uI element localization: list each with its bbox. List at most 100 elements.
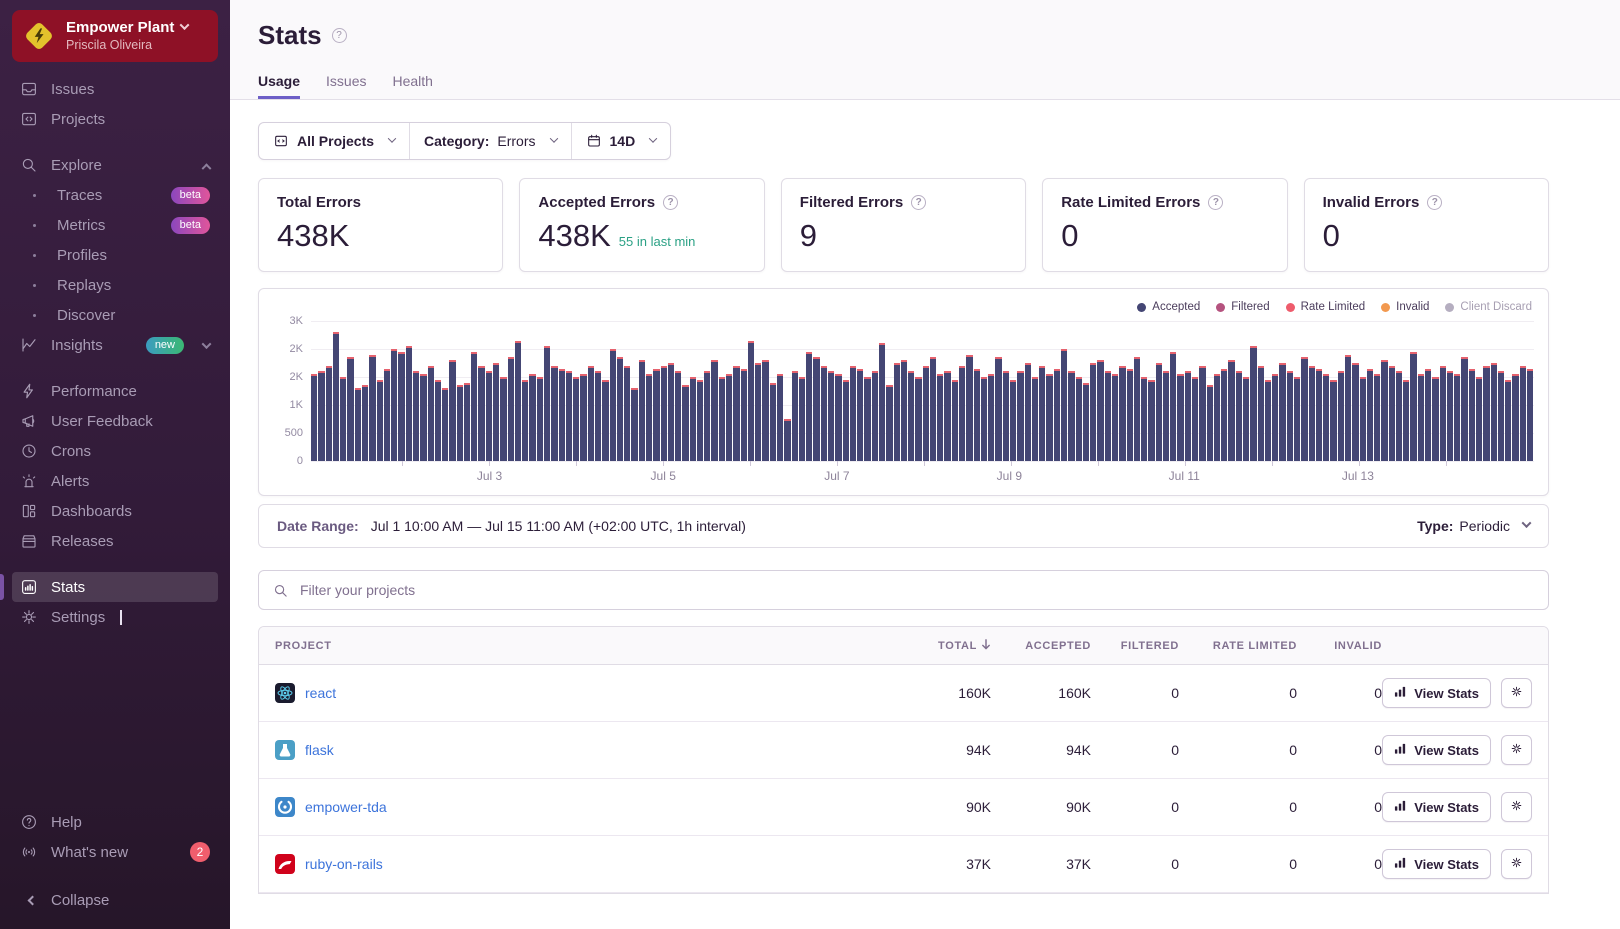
chart-bar — [857, 369, 863, 461]
help-icon[interactable]: ? — [663, 195, 678, 210]
view-stats-button[interactable]: View Stats — [1382, 678, 1491, 708]
chart-bar — [500, 377, 506, 461]
chart-bar — [1258, 366, 1264, 461]
column-accepted[interactable]: ACCEPTED — [991, 640, 1091, 652]
chart-bar — [1127, 369, 1133, 461]
chart-bar — [362, 385, 368, 461]
project-link[interactable]: react — [305, 685, 336, 701]
chart-bar — [1112, 374, 1118, 461]
sidebar-item-alerts[interactable]: Alerts — [12, 466, 218, 496]
legend-item[interactable]: Accepted — [1137, 301, 1200, 313]
chart-bar — [1498, 371, 1504, 461]
column-rate-limited[interactable]: RATE LIMITED — [1179, 640, 1297, 652]
date-period-selector[interactable]: 14D — [571, 123, 671, 159]
project-settings-button[interactable] — [1501, 735, 1532, 765]
card-title: Invalid Errors — [1323, 194, 1420, 211]
tab-issues[interactable]: Issues — [326, 73, 366, 99]
sidebar-item-stats[interactable]: Stats — [12, 572, 218, 602]
sidebar-item-traces[interactable]: Traces beta — [12, 180, 218, 210]
legend-item[interactable]: Rate Limited — [1286, 301, 1366, 313]
app-window: Empower Plant Priscila Oliveira Issues P… — [0, 0, 1620, 929]
project-selector-value: All Projects — [297, 133, 374, 149]
sort-desc-icon — [981, 639, 991, 652]
project-settings-button[interactable] — [1501, 792, 1532, 822]
chart-bar — [668, 363, 674, 461]
chart-bar — [777, 374, 783, 461]
tab-health[interactable]: Health — [393, 73, 433, 99]
help-button[interactable]: Help — [12, 807, 218, 837]
card-rate-limited-errors: Rate Limited Errors? 0 — [1042, 178, 1287, 272]
view-stats-button[interactable]: View Stats — [1382, 792, 1491, 822]
view-stats-button[interactable]: View Stats — [1382, 735, 1491, 765]
sidebar-item-settings[interactable]: Settings — [12, 602, 218, 632]
project-link[interactable]: ruby-on-rails — [305, 856, 383, 872]
chart-bar — [318, 371, 324, 461]
column-filtered[interactable]: FILTERED — [1091, 640, 1179, 652]
sidebar-item-releases[interactable]: Releases — [12, 526, 218, 556]
sidebar-item-insights[interactable]: Insights new — [12, 330, 218, 360]
help-icon[interactable]: ? — [332, 28, 347, 43]
sidebar-item-crons[interactable]: Crons — [12, 436, 218, 466]
column-project[interactable]: PROJECT — [275, 640, 896, 652]
cell-invalid: 0 — [1297, 742, 1382, 758]
cell-accepted: 37K — [991, 856, 1091, 872]
tab-usage[interactable]: Usage — [258, 73, 300, 99]
project-link[interactable]: empower-tda — [305, 799, 387, 815]
chevron-down-icon — [202, 339, 212, 349]
category-selector[interactable]: Category: Errors — [409, 123, 570, 159]
legend-item[interactable]: Invalid — [1381, 301, 1429, 313]
chart-bar — [1345, 355, 1351, 461]
project-link[interactable]: flask — [305, 742, 334, 758]
bar-chart-icon — [20, 578, 38, 596]
project-settings-button[interactable] — [1501, 849, 1532, 879]
sidebar-item-discover[interactable]: Discover — [12, 300, 218, 330]
flask-platform-icon — [275, 740, 295, 760]
project-settings-button[interactable] — [1501, 678, 1532, 708]
column-total[interactable]: TOTAL — [896, 639, 991, 652]
sidebar-item-metrics[interactable]: Metrics beta — [12, 210, 218, 240]
sidebar-item-performance[interactable]: Performance — [12, 376, 218, 406]
view-stats-button[interactable]: View Stats — [1382, 849, 1491, 879]
sidebar-item-projects[interactable]: Projects — [12, 104, 218, 134]
chart-bar — [347, 357, 353, 461]
sidebar-item-label: Settings — [51, 609, 105, 626]
cell-total: 37K — [896, 856, 991, 872]
x-tick — [576, 461, 577, 466]
project-selector[interactable]: All Projects — [259, 123, 409, 159]
cell-invalid: 0 — [1297, 799, 1382, 815]
search-input[interactable] — [298, 581, 1534, 599]
chart-bar — [682, 385, 688, 461]
sidebar-item-label: Metrics — [57, 217, 105, 234]
sidebar-item-dashboards[interactable]: Dashboards — [12, 496, 218, 526]
sidebar-item-user-feedback[interactable]: User Feedback — [12, 406, 218, 436]
chart-bar — [1177, 374, 1183, 461]
empower-tda-platform-icon — [275, 797, 295, 817]
mini-bar-chart-icon — [1394, 856, 1407, 872]
text-cursor — [120, 610, 122, 625]
legend-item[interactable]: Client Discard — [1445, 301, 1532, 313]
whats-new-button[interactable]: What's new 2 — [12, 837, 218, 867]
legend-item[interactable]: Filtered — [1216, 301, 1269, 313]
x-tick — [924, 461, 925, 466]
type-selector[interactable]: Type: Periodic — [1417, 518, 1530, 534]
cell-rate-limited: 0 — [1179, 685, 1297, 701]
page-header: Stats ? Usage Issues Health — [230, 0, 1620, 100]
chart-bar — [646, 374, 652, 461]
sidebar-item-replays[interactable]: Replays — [12, 270, 218, 300]
help-icon[interactable]: ? — [911, 195, 926, 210]
collapse-button[interactable]: Collapse — [12, 885, 218, 915]
chart-bar — [1185, 371, 1191, 461]
sidebar-item-explore[interactable]: Explore — [12, 150, 218, 180]
column-invalid[interactable]: INVALID — [1297, 640, 1382, 652]
chart-bar — [551, 366, 557, 461]
chart-bar — [1396, 371, 1402, 461]
sidebar-item-profiles[interactable]: Profiles — [12, 240, 218, 270]
help-icon[interactable]: ? — [1427, 195, 1442, 210]
chart-bar — [944, 371, 950, 461]
sidebar-item-issues[interactable]: Issues — [12, 74, 218, 104]
help-icon[interactable]: ? — [1208, 195, 1223, 210]
chart-bar — [821, 366, 827, 461]
chart-bar — [1330, 380, 1336, 461]
chart-bar — [792, 371, 798, 461]
org-switcher[interactable]: Empower Plant Priscila Oliveira — [12, 10, 218, 62]
